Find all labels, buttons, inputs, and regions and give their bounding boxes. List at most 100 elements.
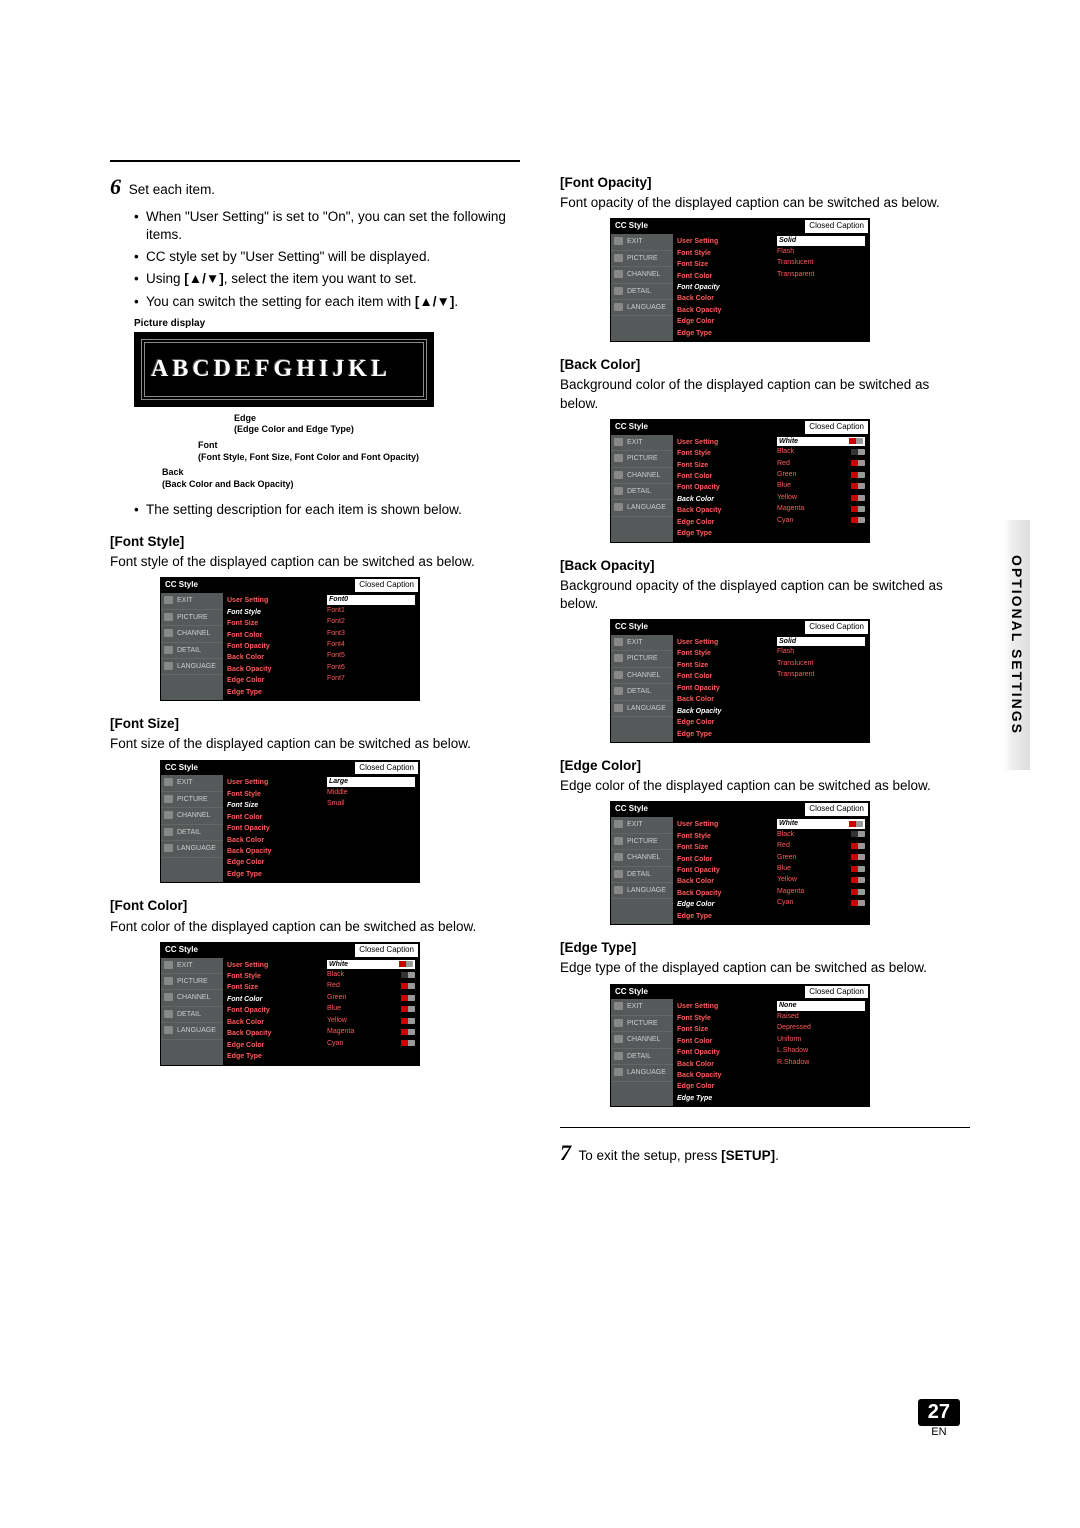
osd-option: Cyan: [777, 897, 865, 908]
osd-menu-item: Back Opacity: [227, 846, 319, 857]
label-font: Font (Font Style, Font Size, Font Color …: [198, 440, 520, 463]
osd-menu-item: Edge Color: [227, 675, 319, 686]
osd-left-tab: CHANNEL: [611, 1032, 673, 1048]
osd-option: Transparent: [777, 269, 865, 280]
osd-left-tab: LANGUAGE: [611, 500, 673, 516]
picture-display-label: Picture display: [134, 317, 520, 331]
osd-menu-item: Back Opacity: [677, 706, 769, 717]
step-number: 6: [110, 174, 121, 199]
osd-menu-item: Back Color: [677, 293, 769, 304]
osd-left-tab: LANGUAGE: [161, 659, 223, 675]
osd-option: Font2: [327, 616, 415, 627]
bullet-item: CC style set by "User Setting" will be d…: [134, 248, 520, 266]
osd-title: CC Style: [161, 943, 354, 958]
osd-screenshot: CC StyleClosed CaptionEXITPICTURECHANNEL…: [160, 577, 420, 701]
osd-option: Font4: [327, 639, 415, 650]
osd-menu-item: Font Size: [677, 660, 769, 671]
osd-menu-item: Edge Color: [677, 899, 769, 910]
osd-menu-item: Edge Type: [677, 328, 769, 339]
osd-option: Blue: [777, 480, 865, 491]
osd-menu-item: Font Size: [227, 800, 319, 811]
osd-left-tab: LANGUAGE: [611, 883, 673, 899]
osd-badge: Closed Caption: [354, 578, 419, 593]
osd-menu-item: Back Color: [227, 1017, 319, 1028]
osd-menu-item: Font Style: [677, 248, 769, 259]
osd-menu-item: Font Opacity: [677, 482, 769, 493]
osd-menu-item: Font Size: [677, 259, 769, 270]
osd-menu-item: Back Color: [677, 694, 769, 705]
osd-option: Green: [327, 992, 415, 1003]
osd-menu-item: Edge Type: [677, 729, 769, 740]
osd-menu-item: Back Opacity: [677, 888, 769, 899]
osd-title: CC Style: [611, 620, 804, 635]
osd-badge: Closed Caption: [354, 943, 419, 958]
osd-option: Uniform: [777, 1034, 865, 1045]
osd-option: Raised: [777, 1011, 865, 1022]
osd-menu-item: Edge Type: [227, 1051, 319, 1062]
section-description: Edge color of the displayed caption can …: [560, 777, 970, 795]
osd-menu-item: Font Color: [227, 812, 319, 823]
osd-left-tab: CHANNEL: [611, 267, 673, 283]
osd-menu-item: Font Size: [227, 618, 319, 629]
label-back: Back (Back Color and Back Opacity): [162, 467, 520, 490]
section-description: Font size of the displayed caption can b…: [110, 735, 520, 753]
osd-menu-item: Edge Type: [677, 1093, 769, 1104]
osd-menu-item: User Setting: [677, 637, 769, 648]
osd-option: Flash: [777, 246, 865, 257]
osd-menu-item: Back Opacity: [677, 305, 769, 316]
osd-badge: Closed Caption: [804, 620, 869, 635]
osd-title: CC Style: [161, 578, 354, 593]
osd-menu-item: User Setting: [227, 960, 319, 971]
osd-option: Blue: [327, 1003, 415, 1014]
osd-menu-item: Font Opacity: [677, 865, 769, 876]
osd-menu-item: Font Style: [677, 1013, 769, 1024]
osd-menu-item: Edge Color: [227, 857, 319, 868]
section-heading: [Back Color]: [560, 356, 970, 374]
osd-menu-item: Edge Type: [227, 869, 319, 880]
osd-left-tab: DETAIL: [161, 1007, 223, 1023]
osd-menu-item: Back Color: [677, 494, 769, 505]
osd-title: CC Style: [611, 219, 804, 234]
osd-screenshot: CC StyleClosed CaptionEXITPICTURECHANNEL…: [160, 760, 420, 884]
section-heading: [Edge Color]: [560, 757, 970, 775]
osd-option: White: [777, 819, 865, 828]
osd-option: None: [777, 1001, 865, 1010]
osd-menu-item: Font Style: [227, 971, 319, 982]
osd-menu-item: Font Size: [677, 1024, 769, 1035]
osd-left-tab: EXIT: [161, 593, 223, 609]
osd-option: Cyan: [327, 1038, 415, 1049]
section-heading: [Font Style]: [110, 533, 520, 551]
osd-option: Small: [327, 798, 415, 809]
section-description: Background opacity of the displayed capt…: [560, 577, 970, 613]
osd-option: White: [777, 437, 865, 446]
osd-left-tab: EXIT: [611, 817, 673, 833]
osd-left-tab: DETAIL: [161, 825, 223, 841]
osd-option: Yellow: [777, 874, 865, 885]
section-heading: [Font Size]: [110, 715, 520, 733]
osd-left-tab: EXIT: [161, 958, 223, 974]
osd-option: Large: [327, 777, 415, 786]
page-lang: EN: [918, 1426, 960, 1438]
osd-menu-item: Font Color: [677, 1036, 769, 1047]
osd-option: Magenta: [777, 503, 865, 514]
osd-option: Green: [777, 469, 865, 480]
osd-option: Font5: [327, 650, 415, 661]
osd-menu-item: Font Color: [677, 854, 769, 865]
osd-option: Red: [327, 980, 415, 991]
note: The setting description for each item is…: [134, 501, 520, 519]
osd-left-tab: DETAIL: [611, 1049, 673, 1065]
osd-option: Translucent: [777, 257, 865, 268]
bullet-item: You can switch the setting for each item…: [134, 293, 520, 311]
section-description: Font opacity of the displayed caption ca…: [560, 194, 970, 212]
osd-badge: Closed Caption: [804, 420, 869, 435]
osd-left-tab: EXIT: [611, 435, 673, 451]
osd-option: White: [327, 960, 415, 969]
label-edge: Edge (Edge Color and Edge Type): [234, 413, 520, 436]
osd-menu-item: Edge Color: [227, 1040, 319, 1051]
osd-menu-item: Edge Color: [677, 316, 769, 327]
right-column: [Font Opacity]Font opacity of the displa…: [560, 160, 970, 1174]
osd-option: Flash: [777, 646, 865, 657]
osd-screenshot: CC StyleClosed CaptionEXITPICTURECHANNEL…: [610, 619, 870, 743]
page-number: 27: [918, 1399, 960, 1426]
osd-menu-item: Font Style: [227, 789, 319, 800]
